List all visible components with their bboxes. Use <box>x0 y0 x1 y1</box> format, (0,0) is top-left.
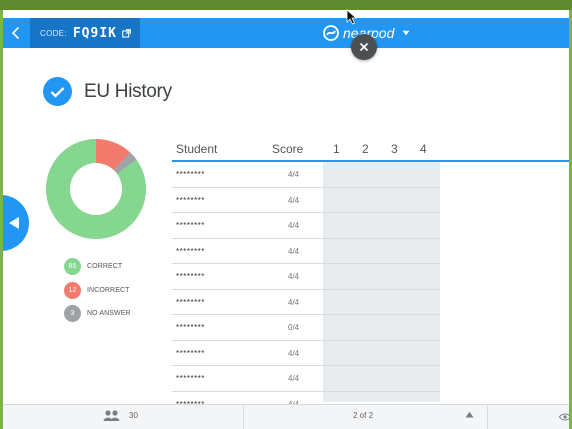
column-header-question-4[interactable]: 4 <box>420 142 427 156</box>
play-left-icon <box>8 217 19 229</box>
student-name: ******** <box>176 323 205 332</box>
slide-page-indicator: 2 of 2 <box>353 411 374 420</box>
mouse-cursor-icon <box>346 9 358 25</box>
session-code-box[interactable]: CODE: FQ9IK <box>30 18 140 48</box>
legend-incorrect: 12 INCORRECT <box>64 281 131 299</box>
column-header-question-1[interactable]: 1 <box>333 142 340 156</box>
student-score: 0/4 <box>288 323 300 332</box>
table-row[interactable]: ******** 4/4 <box>172 264 440 290</box>
table-row[interactable]: ******** 0/4 <box>172 315 440 341</box>
students-count: 30 <box>129 410 138 420</box>
incorrect-label: INCORRECT <box>87 286 130 294</box>
page-title: EU History <box>84 80 172 102</box>
correct-label: CORRECT <box>87 263 123 270</box>
table-row[interactable]: ******** 4/4 <box>172 366 440 392</box>
nearpod-logo-icon <box>323 25 339 41</box>
student-name: ******** <box>176 297 205 307</box>
people-icon <box>103 410 120 421</box>
previous-slide-button[interactable] <box>0 195 29 251</box>
student-score: 4/4 <box>288 374 300 383</box>
table-row[interactable]: ******** 4/4 <box>172 239 440 264</box>
footer-bar: 30 2 of 2 <box>3 404 571 429</box>
student-name: ******** <box>176 246 205 256</box>
top-bar: CODE: FQ9IK nearpod <box>3 18 569 48</box>
student-score: 4/4 <box>288 221 300 230</box>
legend-no-answer: 3 NO ANSWER <box>64 305 131 322</box>
table-row[interactable]: ******** 4/4 <box>172 290 440 315</box>
results-legend: 85 CORRECT 12 INCORRECT 3 NO ANSWER <box>64 258 131 329</box>
column-header-question-3[interactable]: 3 <box>391 142 398 156</box>
student-score: 4/4 <box>288 195 300 205</box>
code-value: FQ9IK <box>72 25 117 41</box>
legend-correct: 85 CORRECT <box>64 258 131 275</box>
results-donut-chart <box>46 139 146 239</box>
no-answer-count-badge: 3 <box>64 305 81 322</box>
column-header-score[interactable]: Score <box>272 142 303 156</box>
incorrect-count-badge: 12 <box>64 281 81 299</box>
student-score: 4/4 <box>288 246 300 256</box>
student-score: 4/4 <box>288 170 300 179</box>
table-header: Student Score 1 2 3 4 <box>172 138 572 162</box>
student-name: ******** <box>176 170 205 179</box>
student-score: 4/4 <box>288 297 300 307</box>
no-answer-label: NO ANSWER <box>87 310 131 317</box>
student-score: 4/4 <box>288 348 300 358</box>
caret-down-icon <box>402 30 410 36</box>
code-label: CODE: <box>40 28 67 38</box>
close-button[interactable] <box>351 34 377 60</box>
student-name: ******** <box>176 272 205 281</box>
close-icon <box>359 42 369 52</box>
students-connected[interactable]: 30 <box>103 409 138 421</box>
footer-divider <box>243 405 244 429</box>
student-results-table: Student Score 1 2 3 4 ******** 4/4 *******… <box>172 138 572 417</box>
student-name: ******** <box>176 348 205 358</box>
student-name: ******** <box>176 195 205 205</box>
student-name: ******** <box>176 374 205 383</box>
caret-up-icon[interactable] <box>465 411 474 418</box>
column-header-student[interactable]: Student <box>176 142 217 156</box>
table-row[interactable]: ******** 4/4 <box>172 162 440 188</box>
correct-count-badge: 85 <box>64 258 81 275</box>
back-button[interactable] <box>3 18 29 48</box>
check-icon <box>43 77 72 106</box>
column-header-question-2[interactable]: 2 <box>362 142 369 156</box>
chevron-left-icon <box>11 26 20 40</box>
student-score: 4/4 <box>288 272 300 281</box>
page-header: EU History <box>43 77 172 106</box>
eye-icon[interactable] <box>559 413 571 421</box>
table-body: ******** 4/4 ******** 4/4 ******** 4/4 *******… <box>172 162 572 417</box>
table-row[interactable]: ******** 4/4 <box>172 341 440 366</box>
student-name: ******** <box>176 221 205 230</box>
footer-divider <box>487 405 488 429</box>
external-link-icon[interactable] <box>122 28 131 38</box>
window-top-strip <box>0 0 572 10</box>
table-row[interactable]: ******** 4/4 <box>172 213 440 239</box>
table-row[interactable]: ******** 4/4 <box>172 188 440 213</box>
